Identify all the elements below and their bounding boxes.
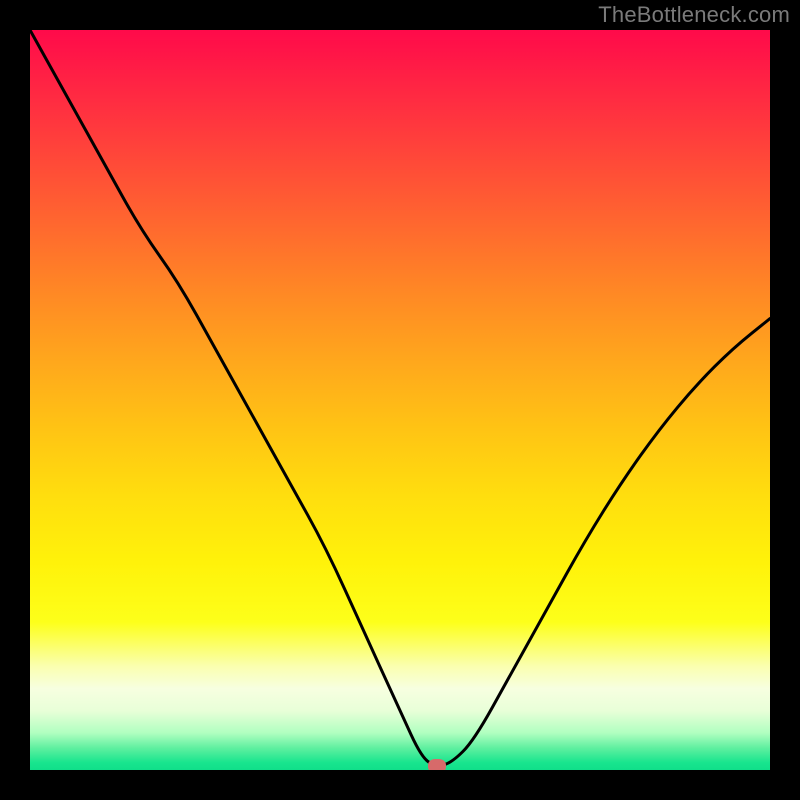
curve-svg [30, 30, 770, 770]
chart-frame: TheBottleneck.com [0, 0, 800, 800]
curve-path [30, 30, 770, 765]
watermark-text: TheBottleneck.com [598, 2, 790, 28]
marker-dot [428, 759, 446, 770]
plot-area [30, 30, 770, 770]
